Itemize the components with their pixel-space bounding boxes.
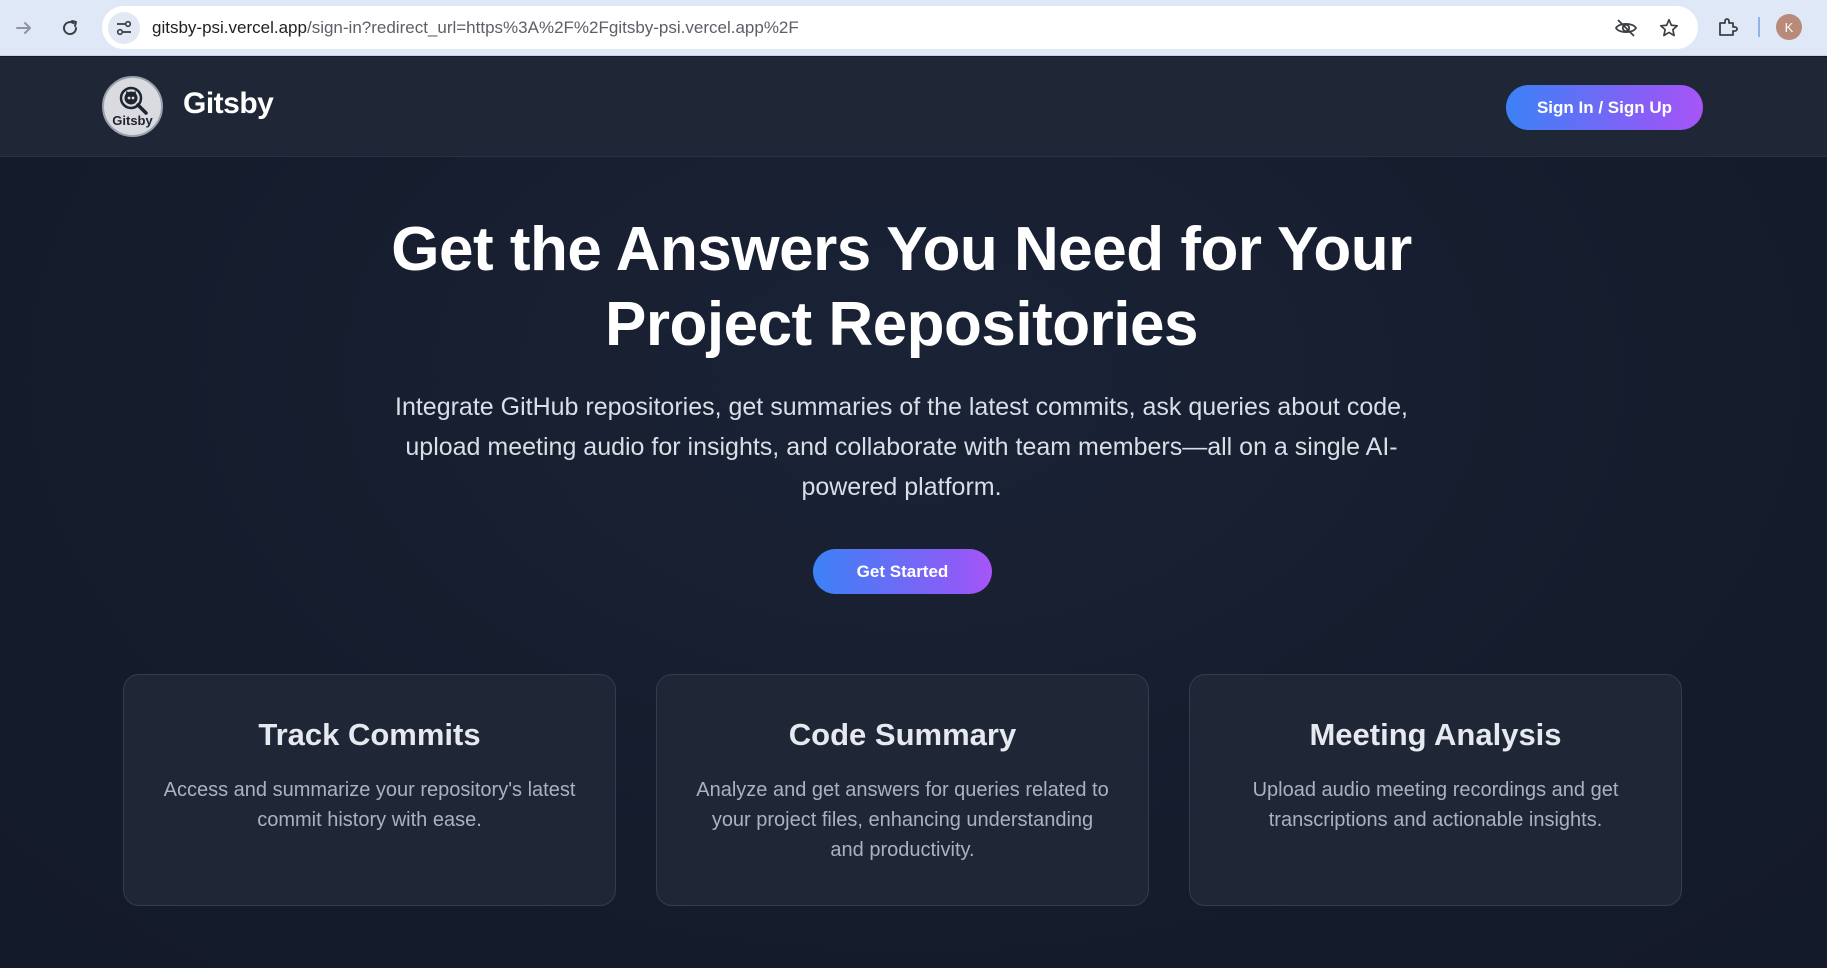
hero-subtitle: Integrate GitHub repositories, get summa…	[395, 393, 1408, 501]
feature-description: Access and summarize your repository's l…	[163, 779, 576, 831]
feature-title: Code Summary	[788, 717, 1017, 752]
tune-icon	[116, 20, 132, 35]
site-info-button[interactable]	[108, 11, 140, 44]
url-text[interactable]: gitsby-psi.vercel.app/sign-in?redirect_u…	[152, 18, 799, 38]
feature-card-meeting-analysis: Meeting Analysis Upload audio meeting re…	[1189, 674, 1682, 906]
url-host: gitsby-psi.vercel.app	[152, 17, 307, 37]
feature-description: Upload audio meeting recordings and get …	[1252, 779, 1619, 831]
arrow-right-icon	[16, 22, 31, 34]
page-content: Gitsby Gitsby Sign In / Sign Up Get the …	[0, 57, 1827, 968]
hero-title: Get the Answers You Need for Your Projec…	[0, 212, 1803, 362]
brand-name[interactable]: Gitsby	[183, 87, 274, 121]
bookmark-star-icon[interactable]	[1658, 17, 1680, 39]
site-logo[interactable]: Gitsby	[102, 76, 163, 137]
reload-button[interactable]	[52, 10, 88, 46]
hero-title-line2: Project Repositories	[605, 290, 1198, 359]
reload-icon	[63, 20, 78, 36]
hero-title-line1: Get the Answers You Need for Your	[391, 215, 1412, 284]
logo-text: Gitsby	[112, 113, 153, 128]
feature-title: Track Commits	[258, 717, 481, 752]
url-path: /sign-in?redirect_url=https%3A%2F%2Fgits…	[306, 17, 799, 37]
browser-toolbar: gitsby-psi.vercel.app/sign-in?redirect_u…	[0, 0, 1827, 56]
eye-off-icon[interactable]	[1614, 16, 1638, 40]
feature-card-track-commits: Track Commits Access and summarize your …	[123, 674, 616, 906]
forward-button[interactable]	[6, 10, 42, 46]
feature-title: Meeting Analysis	[1309, 717, 1562, 752]
feature-card-code-summary: Code Summary Analyze and get answers for…	[656, 674, 1149, 906]
address-bar[interactable]: gitsby-psi.vercel.app/sign-in?redirect_u…	[102, 6, 1698, 49]
feature-description: Analyze and get answers for queries rela…	[696, 779, 1109, 861]
get-started-button[interactable]: Get Started	[813, 549, 992, 594]
toolbar-divider	[1758, 17, 1760, 37]
octocat-magnifier-icon	[119, 86, 148, 115]
extensions-puzzle-icon[interactable]	[1716, 15, 1740, 39]
profile-avatar[interactable]: K	[1776, 14, 1802, 40]
site-header: Gitsby Gitsby Sign In / Sign Up	[0, 57, 1827, 157]
sign-in-button[interactable]: Sign In / Sign Up	[1506, 85, 1703, 130]
